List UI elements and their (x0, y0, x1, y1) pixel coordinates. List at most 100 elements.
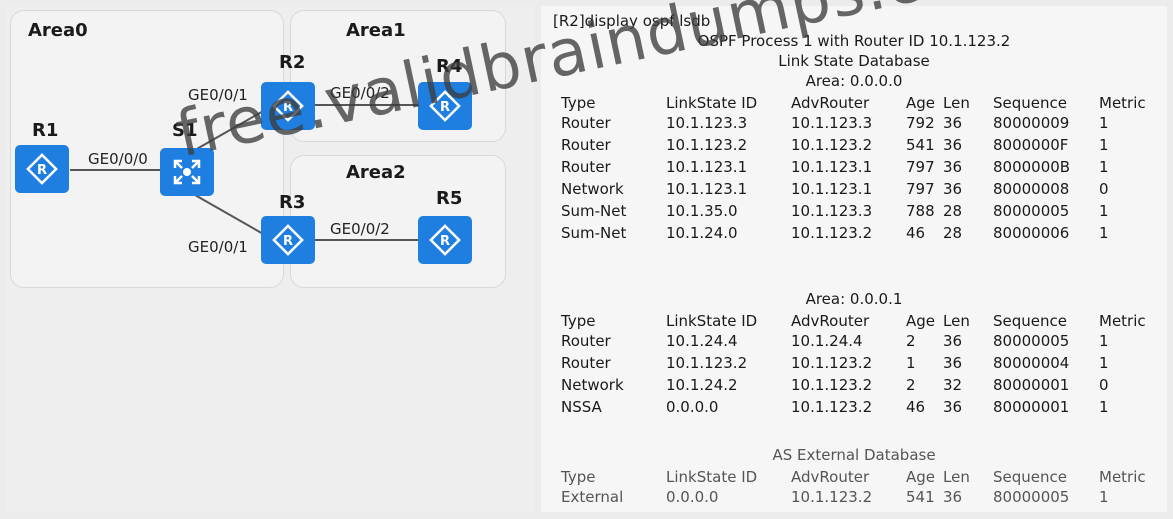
cell-age: 46 (906, 398, 926, 416)
cell-advrouter: 10.1.123.2 (791, 354, 873, 372)
header-age: Age (906, 94, 936, 112)
external-header-row: Type LinkState ID AdvRouter Age Len Sequ… (541, 468, 1167, 488)
iface-r3-r5: GE0/0/2 (330, 220, 390, 238)
router-icon: R (272, 224, 304, 256)
cell-linkstate-id: 10.1.123.1 (666, 180, 748, 198)
cell-len: 36 (943, 398, 963, 416)
cell-advrouter: 10.1.123.1 (791, 180, 873, 198)
cell-linkstate-id: 10.1.123.2 (666, 136, 748, 154)
header-type: Type (561, 312, 596, 330)
cell-age: 797 (906, 180, 935, 198)
link-s1-r3 (194, 194, 266, 236)
cell-metric: 1 (1099, 158, 1109, 176)
header-advrouter: AdvRouter (791, 312, 870, 330)
header-sequence: Sequence (993, 94, 1067, 112)
header-advrouter: AdvRouter (791, 468, 870, 486)
cell-advrouter: 10.1.24.4 (791, 332, 863, 350)
cell-len: 36 (943, 354, 963, 372)
r2-label: R2 (279, 52, 306, 73)
cell-advrouter: 10.1.123.2 (791, 488, 873, 506)
header-metric: Metric (1099, 312, 1146, 330)
cell-linkstate-id: 10.1.123.2 (666, 354, 748, 372)
cell-sequence: 80000005 (993, 488, 1070, 506)
cell-metric: 0 (1099, 180, 1109, 198)
cell-age: 2 (906, 332, 916, 350)
header-age: Age (906, 312, 936, 330)
cell-metric: 1 (1099, 398, 1109, 416)
header-sequence: Sequence (993, 312, 1067, 330)
header-len: Len (943, 312, 970, 330)
router-icon: R (429, 224, 461, 256)
header-sequence: Sequence (993, 468, 1067, 486)
area1-header-row: Type LinkState ID AdvRouter Age Len Sequ… (541, 312, 1167, 332)
cell-linkstate-id: 10.1.24.0 (666, 224, 738, 242)
cell-type: Network (561, 376, 624, 394)
cell-len: 28 (943, 202, 963, 220)
cell-age: 2 (906, 376, 916, 394)
cell-metric: 1 (1099, 202, 1109, 220)
cell-type: Sum-Net (561, 202, 627, 220)
cell-metric: 1 (1099, 136, 1109, 154)
cell-type: Router (561, 114, 611, 132)
cell-type: Sum-Net (561, 224, 627, 242)
r3-label: R3 (279, 192, 306, 213)
cell-age: 541 (906, 488, 935, 506)
router-r1[interactable]: R (15, 145, 69, 193)
cell-sequence: 80000001 (993, 376, 1070, 394)
lsdb-row: NSSA 0.0.0.0 10.1.123.2 46 36 80000001 1 (541, 398, 1167, 418)
cell-len: 36 (943, 158, 963, 176)
cell-type: External (561, 488, 624, 506)
r1-label: R1 (32, 120, 59, 141)
lsdb-row: Sum-Net 10.1.24.0 10.1.123.2 46 28 80000006 1 (541, 224, 1167, 244)
cell-len: 28 (943, 224, 963, 242)
router-icon: R (26, 153, 58, 185)
cell-sequence: 8000000B (993, 158, 1071, 176)
cell-type: Router (561, 136, 611, 154)
cell-len: 32 (943, 376, 963, 394)
cell-age: 797 (906, 158, 935, 176)
cell-linkstate-id: 0.0.0.0 (666, 488, 719, 506)
header-linkstate-id: LinkState ID (666, 468, 758, 486)
cell-age: 46 (906, 224, 926, 242)
cell-sequence: 80000008 (993, 180, 1070, 198)
header-advrouter: AdvRouter (791, 94, 870, 112)
lsdb-row: Router 10.1.123.2 10.1.123.2 541 36 8000000F 1 (541, 136, 1167, 156)
cell-type: Router (561, 158, 611, 176)
cell-linkstate-id: 10.1.123.3 (666, 114, 748, 132)
cell-sequence: 80000009 (993, 114, 1070, 132)
cell-metric: 1 (1099, 488, 1109, 506)
cell-metric: 0 (1099, 376, 1109, 394)
iface-s1-r3: GE0/0/1 (188, 238, 248, 256)
header-type: Type (561, 468, 596, 486)
cell-age: 788 (906, 202, 935, 220)
header-metric: Metric (1099, 94, 1146, 112)
header-len: Len (943, 468, 970, 486)
cell-sequence: 80000004 (993, 354, 1070, 372)
external-title: AS External Database (772, 446, 936, 464)
svg-text:R: R (283, 234, 293, 249)
header-linkstate-id: LinkState ID (666, 312, 758, 330)
router-r5[interactable]: R (418, 216, 472, 264)
cell-advrouter: 10.1.123.1 (791, 158, 873, 176)
router-r3[interactable]: R (261, 216, 315, 264)
cell-len: 36 (943, 488, 963, 506)
lsdb-row: Router 10.1.123.2 10.1.123.2 1 36 80000004 1 (541, 354, 1167, 374)
cell-metric: 1 (1099, 332, 1109, 350)
svg-text:R: R (440, 234, 450, 249)
cell-metric: 1 (1099, 224, 1109, 242)
cell-type: Network (561, 180, 624, 198)
cell-sequence: 80000001 (993, 398, 1070, 416)
lsdb-output: [R2]display ospf lsdb OSPF Process 1 wit… (541, 6, 1167, 512)
svg-text:R: R (37, 163, 47, 178)
iface-r1-s1: GE0/0/0 (88, 150, 148, 168)
cell-advrouter: 10.1.123.2 (791, 136, 873, 154)
cell-len: 36 (943, 136, 963, 154)
cell-advrouter: 10.1.123.2 (791, 224, 873, 242)
cell-age: 541 (906, 136, 935, 154)
cell-linkstate-id: 10.1.24.2 (666, 376, 738, 394)
lsdb-row: Sum-Net 10.1.35.0 10.1.123.3 788 28 80000005 1 (541, 202, 1167, 222)
cell-type: Router (561, 332, 611, 350)
cell-linkstate-id: 0.0.0.0 (666, 398, 719, 416)
header-linkstate-id: LinkState ID (666, 94, 758, 112)
cell-advrouter: 10.1.123.3 (791, 114, 873, 132)
